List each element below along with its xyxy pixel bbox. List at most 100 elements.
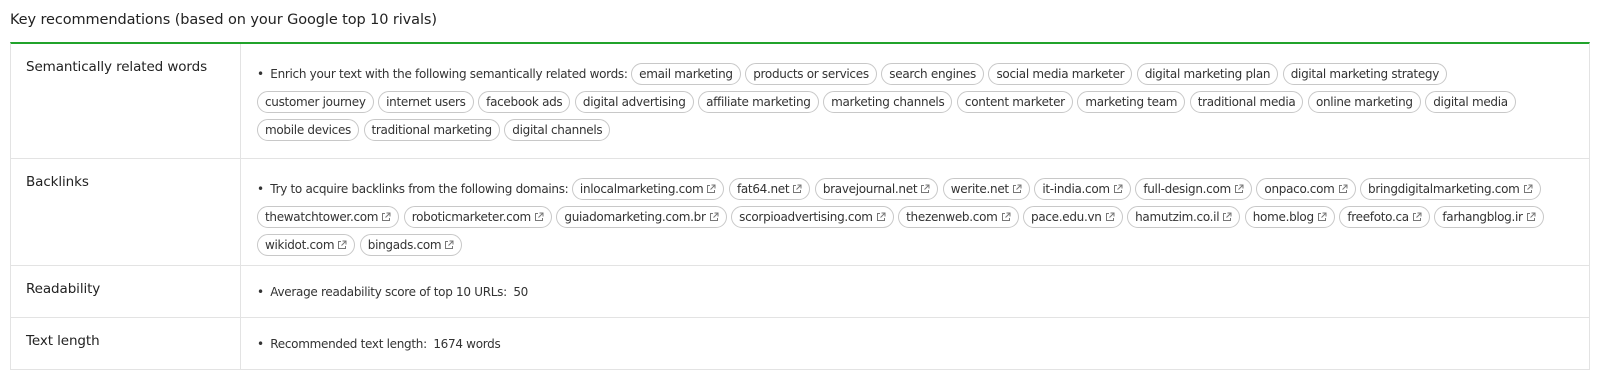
domain-label: thezenweb.com (906, 210, 998, 224)
backlink-domain-link[interactable]: farhangblog.ir (1434, 206, 1544, 228)
row-content: • Try to acquire backlinks from the foll… (241, 159, 1589, 265)
semantic-word-tag[interactable]: traditional media (1189, 91, 1304, 113)
domain-label: pace.edu.vn (1031, 210, 1102, 224)
external-link-icon (1105, 208, 1115, 228)
row-text-length: Text length • Recommended text length: 1… (11, 318, 1589, 369)
backlink-domain-link[interactable]: home.blog (1244, 206, 1335, 228)
semantic-word-tag[interactable]: digital advertising (574, 91, 694, 113)
semantic-word-tag[interactable]: customer journey (257, 91, 374, 113)
backlink-domain-link[interactable]: scorpioadvertising.com (731, 206, 894, 228)
domain-label: fat64.net (736, 182, 790, 196)
semantic-word-tag[interactable]: online marketing (1307, 91, 1421, 113)
text-length-text: Recommended text length: (270, 337, 427, 351)
semantic-word-tag[interactable]: affiliate marketing (698, 91, 819, 113)
domain-label: werite.net (950, 182, 1009, 196)
external-link-icon (1222, 208, 1232, 228)
external-link-icon (1317, 208, 1327, 228)
domain-label: scorpioadvertising.com (739, 210, 873, 224)
semantic-word-tag[interactable]: digital marketing strategy (1282, 63, 1448, 85)
external-link-icon (1526, 208, 1536, 228)
domain-label: guiadomarketing.com.br (564, 210, 706, 224)
bullet: • (257, 67, 264, 81)
backlink-domain-link[interactable]: fat64.net (728, 178, 811, 200)
backlink-domain-link[interactable]: full-design.com (1135, 178, 1252, 200)
semantic-word-tag[interactable]: search engines (881, 63, 984, 85)
row-semantically-related-words: Semantically related words • Enrich your… (11, 44, 1589, 159)
backlink-domain-link[interactable]: thezenweb.com (898, 206, 1019, 228)
semantic-word-tag[interactable]: products or services (745, 63, 877, 85)
domain-label: bingads.com (367, 238, 442, 252)
row-label: Semantically related words (11, 44, 241, 158)
row-label: Text length (11, 318, 241, 369)
semantic-word-tag[interactable]: internet users (378, 91, 474, 113)
backlink-domain-link[interactable]: inlocalmarketing.com (571, 178, 725, 200)
external-link-icon (709, 208, 719, 228)
row-label: Backlinks (11, 159, 241, 265)
external-link-icon (444, 236, 454, 256)
external-link-icon (792, 180, 802, 200)
backlink-domain-link[interactable]: freefoto.ca (1339, 206, 1430, 228)
backlink-domain-link[interactable]: thewatchtower.com (257, 206, 400, 228)
row-label: Readability (11, 266, 241, 317)
readability-text: Average readability score of top 10 URLs… (270, 285, 507, 299)
external-link-icon (920, 180, 930, 200)
external-link-icon (381, 208, 391, 228)
external-link-icon (337, 236, 347, 256)
external-link-icon (1523, 180, 1533, 200)
backlink-domain-link[interactable]: bingads.com (359, 234, 463, 256)
external-link-icon (1338, 180, 1348, 200)
backlink-domain-link[interactable]: bringdigitalmarketing.com (1360, 178, 1541, 200)
page-title: Key recommendations (based on your Googl… (10, 12, 437, 28)
semantic-word-tag[interactable]: digital marketing plan (1136, 63, 1279, 85)
external-link-icon (1234, 180, 1244, 200)
readability-score: 50 (513, 285, 528, 299)
semantic-word-tag[interactable]: mobile devices (257, 119, 359, 141)
semantic-word-tag[interactable]: traditional marketing (363, 119, 500, 141)
domain-label: wikidot.com (265, 238, 335, 252)
semantic-word-tag[interactable]: marketing team (1077, 91, 1186, 113)
backlink-domain-link[interactable]: wikidot.com (257, 234, 356, 256)
bullet: • (257, 337, 264, 351)
domain-label: freefoto.ca (1347, 210, 1409, 224)
semantic-word-tag[interactable]: digital media (1425, 91, 1516, 113)
row-content: • Enrich your text with the following se… (241, 44, 1589, 158)
backlink-domain-link[interactable]: bravejournal.net (814, 178, 939, 200)
backlink-domain-link[interactable]: guiadomarketing.com.br (556, 206, 727, 228)
backlinks-intro-text: Try to acquire backlinks from the follow… (270, 182, 569, 196)
backlink-domain-link[interactable]: pace.edu.vn (1023, 206, 1123, 228)
domain-label: roboticmarketer.com (411, 210, 531, 224)
domain-label: onpaco.com (1264, 182, 1335, 196)
row-readability: Readability • Average readability score … (11, 266, 1589, 318)
row-content: • Average readability score of top 10 UR… (241, 266, 1589, 317)
domain-label: bravejournal.net (822, 182, 918, 196)
recommendations-table: Semantically related words • Enrich your… (10, 42, 1590, 370)
semantic-word-tag[interactable]: content marketer (956, 91, 1073, 113)
backlink-domain-link[interactable]: hamutzim.co.il (1127, 206, 1241, 228)
domain-label: bringdigitalmarketing.com (1368, 182, 1520, 196)
backlink-domain-link[interactable]: roboticmarketer.com (403, 206, 552, 228)
domain-label: it-india.com (1042, 182, 1110, 196)
external-link-icon (1012, 180, 1022, 200)
domain-label: home.blog (1252, 210, 1314, 224)
semantic-word-tag[interactable]: digital channels (504, 119, 611, 141)
bullet: • (257, 182, 264, 196)
semantic-word-tag[interactable]: facebook ads (478, 91, 571, 113)
backlink-domain-link[interactable]: it-india.com (1034, 178, 1131, 200)
external-link-icon (1001, 208, 1011, 228)
row-backlinks: Backlinks • Try to acquire backlinks fro… (11, 159, 1589, 266)
semantic-word-tag[interactable]: email marketing (631, 63, 741, 85)
external-link-icon (706, 180, 716, 200)
external-link-icon (1113, 180, 1123, 200)
domain-label: hamutzim.co.il (1135, 210, 1220, 224)
semantic-word-tag[interactable]: social media marketer (988, 63, 1133, 85)
text-length-value: 1674 words (433, 337, 501, 351)
row-content: • Recommended text length: 1674 words (241, 318, 1589, 369)
backlink-domain-link[interactable]: onpaco.com (1256, 178, 1356, 200)
domain-label: farhangblog.ir (1442, 210, 1523, 224)
bullet: • (257, 285, 264, 299)
domain-label: full-design.com (1143, 182, 1231, 196)
semantic-intro-text: Enrich your text with the following sema… (270, 67, 628, 81)
backlink-domain-link[interactable]: werite.net (942, 178, 1030, 200)
domain-label: inlocalmarketing.com (579, 182, 704, 196)
semantic-word-tag[interactable]: marketing channels (823, 91, 953, 113)
